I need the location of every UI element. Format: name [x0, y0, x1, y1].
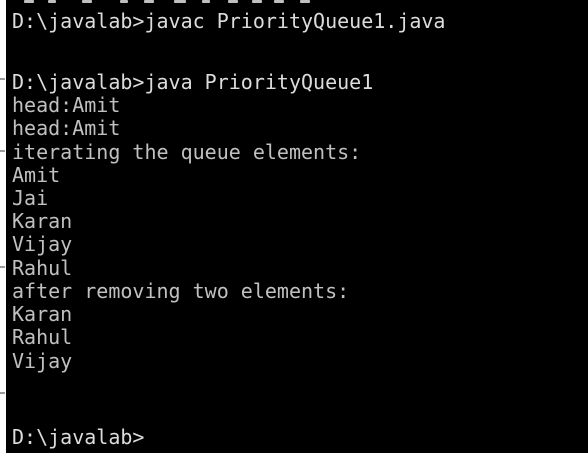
console-line: Vijay	[12, 349, 73, 373]
console-line: head:Amit	[12, 116, 121, 140]
console-prompt: D:\javalab>	[12, 425, 145, 449]
console-line: Jai	[12, 186, 49, 210]
cropped-previous-line	[24, 0, 354, 6]
console-line: Karan	[12, 302, 73, 326]
console-line: Rahul	[12, 256, 73, 280]
console-line: Vijay	[12, 232, 73, 256]
console-line-run-command: D:\javalab>java PriorityQueue1	[12, 70, 374, 94]
edge-artifact	[0, 78, 5, 80]
console-line: Amit	[12, 163, 61, 187]
edge-artifact	[0, 266, 5, 268]
edge-artifact	[0, 150, 5, 152]
console-line: Karan	[12, 209, 73, 233]
console-line: after removing two elements:	[12, 279, 350, 303]
edge-artifact	[0, 392, 5, 394]
console-window[interactable]: D:\javalab>javac PriorityQueue1.java D:\…	[6, 0, 588, 453]
console-line: head:Amit	[12, 93, 121, 117]
console-line: Rahul	[12, 325, 73, 349]
console-line: iterating the queue elements:	[12, 140, 362, 164]
console-line-compile-command: D:\javalab>javac PriorityQueue1.java	[12, 9, 446, 33]
